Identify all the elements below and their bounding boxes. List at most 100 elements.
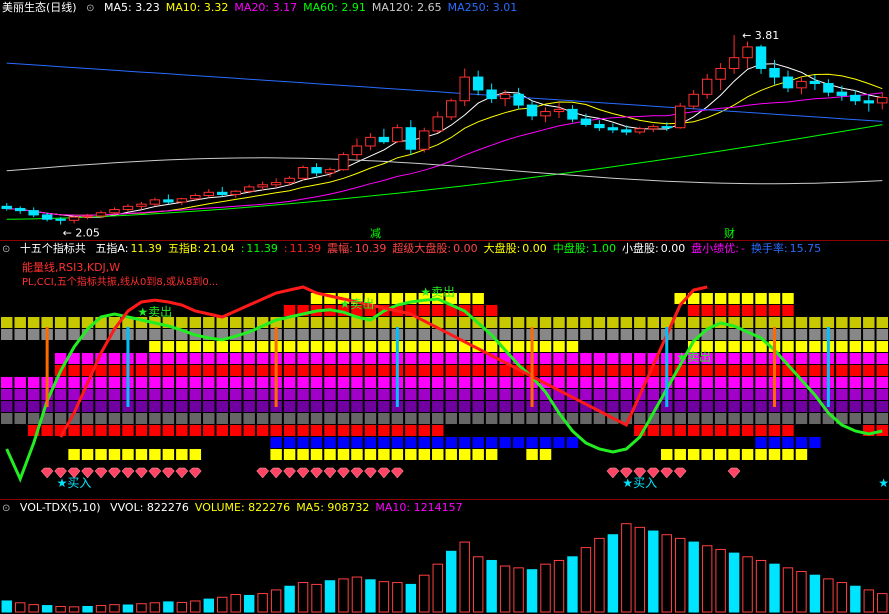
heat-cell: [661, 449, 673, 460]
volume-chart[interactable]: [0, 516, 889, 614]
heat-cell: [458, 389, 471, 400]
heat-cell: [337, 425, 350, 436]
heat-cell: [405, 377, 417, 388]
heat-cell: [337, 437, 350, 448]
diamond-icon: [188, 467, 202, 479]
heat-cell: [661, 413, 673, 424]
heat-cell: [176, 449, 188, 460]
heat-cell: [607, 401, 619, 412]
heat-cell: [445, 365, 457, 376]
heat-cell: [310, 449, 323, 460]
heat-cell: [364, 413, 377, 424]
ma-line-MA20: [6, 92, 883, 216]
heat-cell: [458, 317, 471, 328]
heat-cell: [445, 317, 457, 328]
heat-cell: [741, 413, 754, 424]
volume-bar: [95, 605, 107, 613]
candle-body: [109, 209, 120, 214]
heat-cell: [364, 425, 377, 436]
heat-cell: [391, 437, 404, 448]
heat-cell: [580, 317, 592, 328]
heat-cell: [135, 413, 148, 424]
heat-cell: [108, 425, 121, 436]
heat-cell: [122, 413, 134, 424]
heat-cell: [216, 389, 228, 400]
heat-cell: [701, 305, 713, 316]
heat-cell: [243, 353, 255, 364]
ma-label: MA120: 2.65: [371, 1, 442, 14]
heat-cell: [566, 401, 579, 412]
heat-cell: [836, 341, 848, 352]
heat-cell: [566, 329, 579, 340]
diamond-icon: [606, 467, 620, 479]
volume-bar: [782, 567, 794, 613]
diamond-icon: [296, 467, 310, 479]
heat-cell: [95, 425, 107, 436]
indicator-chart[interactable]: ★买入 ★买入 ★买入 ★卖出 ★卖出 ★卖出 ★卖出 能量线,RSI3,KDJ,WPL,CC…: [0, 257, 889, 499]
heat-cell: [189, 353, 202, 364]
heat-cell: [162, 341, 175, 352]
heat-cell: [849, 413, 862, 424]
indicator-panel: ⊙ 十五个指标共 五指A: 11.39 五指B: 21.04:11.39:11.39 震…: [0, 241, 889, 499]
heat-cell: [310, 401, 323, 412]
candle-body: [594, 123, 605, 129]
indicator-key: 震幅:: [327, 242, 353, 255]
heat-cell: [405, 353, 417, 364]
candle-body: [95, 212, 107, 217]
heat-cell: [364, 437, 377, 448]
indicator-key: 超级大盘股:: [392, 242, 452, 255]
heat-cell: [310, 317, 323, 328]
heat-cell: [176, 365, 188, 376]
heat-cell: [499, 365, 511, 376]
candle-body: [728, 57, 740, 69]
heat-cell: [351, 401, 363, 412]
heat-cell: [809, 377, 821, 388]
heat-cell: [714, 425, 727, 436]
volume-bar: [688, 541, 699, 613]
heat-cell: [351, 329, 363, 340]
candle-body: [405, 127, 417, 150]
heat-cell: [176, 425, 188, 436]
volume-bar: [55, 605, 66, 613]
heat-cell: [364, 329, 377, 340]
price-chart[interactable]: ← 3.81 ← 2.05 减 财: [0, 16, 889, 240]
heat-cell: [876, 413, 888, 424]
heat-cell: [337, 413, 350, 424]
heat-cell: [458, 365, 471, 376]
heat-cell: [189, 377, 202, 388]
volume-bar: [863, 589, 875, 613]
heat-cell: [445, 389, 457, 400]
heat-cell: [95, 329, 107, 340]
candle-body: [230, 190, 241, 195]
candle-body: [365, 136, 376, 147]
heat-cell: [189, 413, 202, 424]
heat-cell: [674, 389, 686, 400]
collapse-icon[interactable]: ⊙: [2, 503, 10, 514]
heat-cell: [14, 317, 26, 328]
volume-bar: [513, 567, 524, 613]
heat-cell: [836, 365, 848, 376]
collapse-icon[interactable]: ⊙: [86, 3, 94, 14]
indicator-key: 五指B:: [167, 242, 202, 255]
heat-cell: [297, 389, 309, 400]
heat-cell: [701, 401, 713, 412]
indicator-value: 15.75: [789, 242, 822, 255]
heat-cell: [162, 365, 175, 376]
heat-cell: [108, 449, 121, 460]
diamond-icon: [175, 467, 189, 479]
collapse-icon[interactable]: ⊙: [2, 244, 10, 255]
heat-cell: [674, 329, 686, 340]
heat-cell: [432, 341, 444, 352]
indicator-key: 换手率:: [750, 242, 788, 255]
heat-cell: [485, 341, 498, 352]
volume-bar: [14, 602, 26, 613]
diamond-icon: [673, 467, 687, 479]
heat-cell: [135, 353, 148, 364]
heat-cell: [149, 389, 161, 400]
heat-cell: [809, 317, 821, 328]
heat-cell: [687, 401, 700, 412]
heat-cell: [256, 413, 269, 424]
heat-cell: [418, 305, 431, 316]
heat-cell: [714, 389, 727, 400]
heat-cell: [405, 425, 417, 436]
